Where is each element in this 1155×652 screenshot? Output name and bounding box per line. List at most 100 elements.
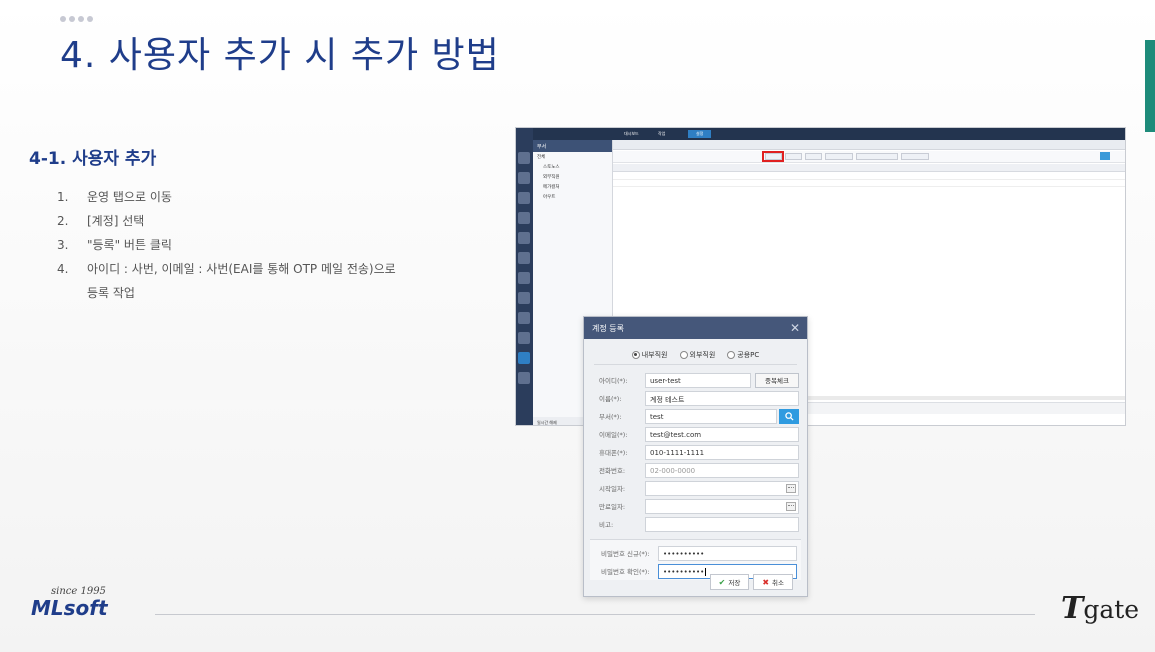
dept-row: 부서(*): test (592, 407, 799, 425)
nav-icon[interactable] (518, 332, 530, 344)
edit-button[interactable] (785, 153, 802, 160)
delete-button[interactable] (805, 153, 822, 160)
dept-input[interactable]: test (645, 408, 777, 424)
dept-search-button[interactable] (779, 408, 799, 424)
register-highlight (762, 151, 784, 162)
nav-icon[interactable] (518, 152, 530, 164)
search-icon (784, 411, 794, 421)
start-date-label: 시작일자: (599, 485, 626, 493)
tree-item[interactable]: 외부직원 (533, 172, 612, 182)
dialog-footer: ✔ 저장 ✖ 취소 (709, 574, 793, 590)
name-label: 이름(*): (599, 395, 622, 403)
id-input[interactable]: user-test (645, 372, 751, 388)
mobile-label: 휴대폰(*): (599, 449, 628, 457)
tree-item[interactable]: 메가컬처 (533, 182, 612, 192)
nav-icon[interactable] (518, 192, 530, 204)
nav-icon[interactable] (518, 232, 530, 244)
app-toolbar (613, 151, 1125, 163)
note-input[interactable] (645, 516, 799, 532)
end-date-row: 만료일자: (592, 497, 799, 515)
page-title: 4. 사용자 추가 시 추가 방법 (60, 35, 500, 76)
phone-input[interactable]: 02-000-0000 (645, 462, 799, 478)
ribbon-tab[interactable]: 대시보드 (624, 131, 639, 137)
note-label: 비고: (599, 521, 614, 529)
table-row[interactable] (613, 174, 1125, 180)
phone-row: 전화번호: 02-000-0000 (592, 461, 799, 479)
step-item: 2. [계정] 선택 (57, 214, 145, 228)
user-type-radios: 내부직원 외부직원 공용PC (594, 345, 797, 365)
steps-list: 1. 운영 탭으로 이동 2. [계정] 선택 3. "등록" 버튼 클릭 4. 아이디… (57, 185, 396, 305)
nav-icon[interactable] (518, 312, 530, 324)
search-button[interactable] (1100, 152, 1110, 160)
text-caret (705, 567, 707, 576)
email-label: 이메일(*): (599, 431, 628, 439)
dept-label: 부서(*): (599, 413, 622, 421)
name-input[interactable]: 계정 테스트 (645, 390, 799, 406)
duplicate-check-button[interactable]: 중복체크 (755, 372, 799, 388)
check-icon: ✔ (718, 577, 726, 587)
start-date-row: 시작일자: (592, 479, 799, 497)
accent-bar (1145, 40, 1155, 132)
toolbar-button[interactable] (901, 153, 929, 160)
radio-shared-pc[interactable]: 공용PC (727, 350, 759, 360)
step-item: 3. "등록" 버튼 클릭 (57, 238, 172, 252)
tree-item[interactable]: 스토노스 (533, 162, 612, 172)
phone-label: 전화번호: (599, 467, 626, 475)
section-title: 4-1. 사용자 추가 (29, 149, 157, 169)
app-iconbar (516, 128, 533, 425)
id-row: 아이디(*): user-test 중복체크 (592, 371, 799, 389)
app-subtabs (613, 140, 1125, 150)
save-button[interactable]: ✔ 저장 (709, 574, 750, 590)
title-dots (60, 16, 93, 22)
note-row: 비고: (592, 515, 799, 533)
radio-dot[interactable] (727, 350, 736, 359)
tree-item[interactable]: 전체 (533, 152, 612, 162)
calendar-icon[interactable] (786, 483, 796, 493)
close-icon[interactable]: ✕ (790, 321, 800, 335)
step-item: 4. 아이디 : 사번, 이메일 : 사번(EAI를 통해 OTP 메일 전송)으… (57, 262, 396, 276)
email-row: 이메일(*): test@test.com (592, 425, 799, 443)
nav-icon[interactable] (518, 252, 530, 264)
ml-brand: MLsoft (31, 596, 108, 620)
name-row: 이름(*): 계정 테스트 (592, 389, 799, 407)
ribbon-tab[interactable]: 작업 (658, 131, 665, 137)
dialog-title: 계정 등록 (592, 324, 624, 333)
account-register-dialog: 계정 등록 ✕ 내부직원 외부직원 공용PC 아이디(*): user-test… (583, 316, 808, 597)
radio-external[interactable]: 외부직원 (679, 350, 715, 360)
start-date-input[interactable] (645, 480, 799, 496)
nav-icon[interactable] (518, 272, 530, 284)
operation-icon[interactable] (518, 352, 530, 364)
toolbar-button[interactable] (825, 153, 853, 160)
radio-dot[interactable] (631, 350, 640, 359)
x-icon: ✖ (762, 577, 770, 587)
app-topbar: 대시보드 작업 설정 (516, 128, 1125, 140)
id-label: 아이디(*): (599, 377, 628, 385)
dialog-header: 계정 등록 ✕ (584, 317, 807, 339)
calendar-icon[interactable] (786, 501, 796, 511)
radio-internal[interactable]: 내부직원 (631, 350, 668, 360)
mobile-input[interactable]: 010-1111-1111 (645, 444, 799, 460)
end-date-input[interactable] (645, 498, 799, 514)
cancel-button[interactable]: ✖ 취소 (753, 574, 793, 590)
nav-icon[interactable] (518, 292, 530, 304)
step-item-cont: 등록 작업 (87, 286, 135, 300)
grid-header (613, 164, 1125, 172)
pw-new-row: 비밀번호 신규(*): •••••••••• (594, 544, 797, 562)
end-date-label: 만료일자: (599, 503, 626, 511)
tree-item[interactable]: 아우트 (533, 192, 612, 202)
ribbon-tab[interactable]: 설정 (688, 130, 712, 138)
tgate-logo: Tgate (1061, 591, 1140, 626)
tree-header: 부서 (533, 140, 612, 152)
radio-dot[interactable] (679, 350, 688, 359)
mobile-row: 휴대폰(*): 010-1111-1111 (592, 443, 799, 461)
dialog-body: 내부직원 외부직원 공용PC 아이디(*): user-test 중복체크 이름… (584, 339, 807, 596)
nav-icon[interactable] (518, 172, 530, 184)
pw-confirm-label: 비밀번호 확인(*): (601, 568, 650, 576)
nav-icon[interactable] (518, 372, 530, 384)
nav-icon[interactable] (518, 212, 530, 224)
table-row[interactable] (613, 181, 1125, 187)
email-input[interactable]: test@test.com (645, 426, 799, 442)
toolbar-button[interactable] (856, 153, 898, 160)
pw-new-label: 비밀번호 신규(*): (601, 550, 650, 558)
pw-new-input[interactable]: •••••••••• (658, 545, 797, 561)
